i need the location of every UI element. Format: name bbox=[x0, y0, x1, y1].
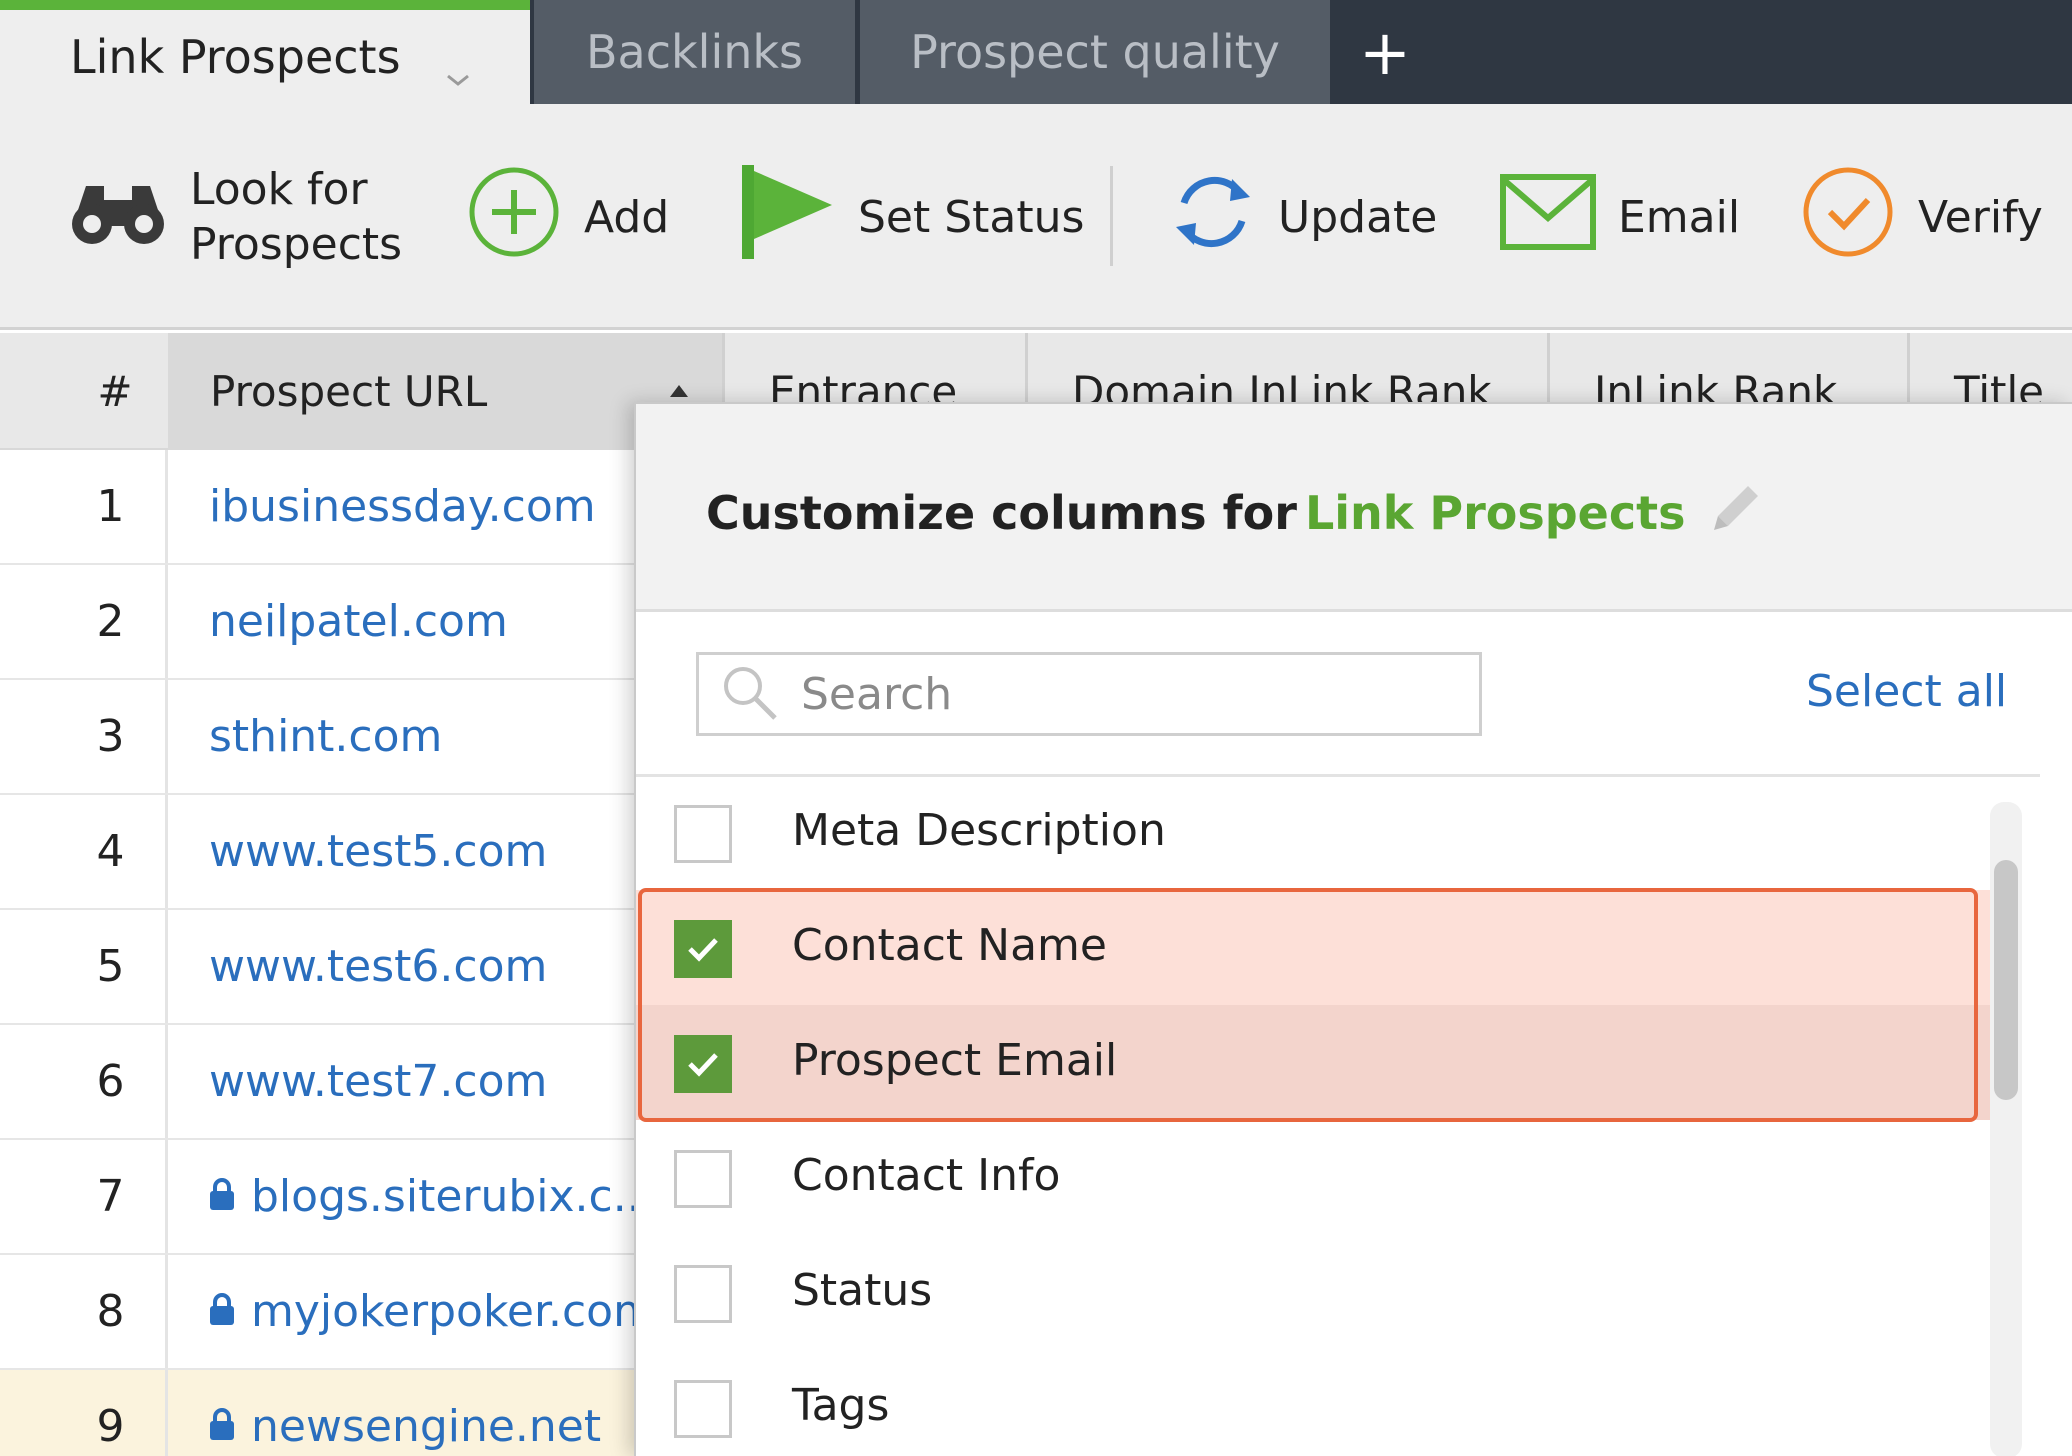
search-icon bbox=[719, 662, 779, 726]
set-status-label: Set Status bbox=[858, 191, 1085, 243]
popup-header: Customize columns for Link Prospects bbox=[636, 404, 2072, 612]
prospect-url-link[interactable]: ibusinessday.com bbox=[171, 450, 640, 563]
search-input[interactable] bbox=[801, 668, 1451, 720]
column-header-label: Prospect URL bbox=[210, 367, 488, 416]
option-label: Contact Info bbox=[792, 1150, 1061, 1201]
row-number: 7 bbox=[0, 1140, 168, 1253]
column-option[interactable]: Tags bbox=[636, 1350, 2006, 1456]
option-label: Meta Description bbox=[792, 805, 1166, 856]
table-row[interactable]: 7 blogs.siterubix.c... bbox=[0, 1140, 640, 1255]
url-text: blogs.siterubix.c... bbox=[251, 1171, 640, 1222]
select-all-link[interactable]: Select all bbox=[1806, 666, 2007, 717]
prospect-url-link[interactable]: www.test7.com bbox=[171, 1025, 640, 1138]
tab-prospect-quality[interactable]: Prospect quality bbox=[860, 0, 1330, 104]
column-option[interactable]: Contact Info bbox=[636, 1120, 2006, 1235]
url-text: www.test7.com bbox=[209, 1056, 548, 1107]
table-row-highlighted[interactable]: 9 newsengine.net bbox=[0, 1370, 640, 1456]
customize-columns-popup: Customize columns for Link Prospects Sel… bbox=[634, 402, 2072, 1456]
table-row[interactable]: 5 www.test6.com bbox=[0, 910, 640, 1025]
flag-icon bbox=[740, 164, 836, 270]
update-button[interactable]: Update bbox=[1170, 104, 1437, 330]
tab-label: Backlinks bbox=[586, 25, 803, 79]
email-label: Email bbox=[1618, 191, 1741, 243]
look-for-prospects-button[interactable]: Look for Prospects bbox=[68, 104, 450, 330]
prospect-url-link[interactable]: sthint.com bbox=[171, 680, 640, 793]
table-row[interactable]: 6 www.test7.com bbox=[0, 1025, 640, 1140]
row-number: 1 bbox=[0, 450, 168, 563]
plus-icon: + bbox=[1359, 15, 1411, 89]
prospect-url-link[interactable]: myjokerpoker.com bbox=[171, 1255, 640, 1368]
binoculars-icon bbox=[68, 176, 168, 259]
column-search-box[interactable] bbox=[696, 652, 1482, 736]
label-line-1: Look for bbox=[190, 164, 368, 215]
toolbar-divider bbox=[1110, 166, 1113, 266]
column-option[interactable]: Meta Description bbox=[636, 775, 2006, 890]
look-for-prospects-label: Look for Prospects bbox=[190, 162, 450, 272]
sort-ascending-icon bbox=[670, 385, 688, 397]
url-text: myjokerpoker.com bbox=[251, 1286, 640, 1337]
popup-title-prefix: Customize columns for bbox=[706, 485, 1297, 540]
checkbox[interactable] bbox=[674, 1150, 732, 1208]
lock-icon bbox=[209, 1401, 235, 1452]
tab-backlinks[interactable]: Backlinks bbox=[530, 0, 855, 104]
email-button[interactable]: Email bbox=[1500, 104, 1740, 330]
row-number: 6 bbox=[0, 1025, 168, 1138]
add-label: Add bbox=[584, 191, 670, 243]
refresh-icon bbox=[1170, 167, 1256, 268]
update-label: Update bbox=[1278, 191, 1438, 243]
popup-title: Customize columns for Link Prospects bbox=[706, 482, 1762, 543]
checkbox[interactable] bbox=[674, 1265, 732, 1323]
table-row[interactable]: 1 ibusinessday.com bbox=[0, 450, 640, 565]
verify-button[interactable]: Verify bbox=[1800, 104, 2043, 330]
popup-project-name: Link Prospects bbox=[1304, 485, 1686, 540]
row-number: 4 bbox=[0, 795, 168, 908]
checkbox[interactable] bbox=[674, 805, 732, 863]
table-row[interactable]: 2 neilpatel.com bbox=[0, 565, 640, 680]
tab-label: Link Prospects bbox=[70, 30, 401, 84]
column-header-label: # bbox=[97, 367, 133, 416]
url-text: neilpatel.com bbox=[209, 596, 508, 647]
url-text: ibusinessday.com bbox=[209, 481, 596, 532]
tab-link-prospects[interactable]: Link Prospects bbox=[0, 0, 530, 104]
prospect-url-link[interactable]: newsengine.net bbox=[171, 1370, 640, 1456]
scrollbar-thumb[interactable] bbox=[1994, 860, 2018, 1100]
lock-icon bbox=[209, 1286, 235, 1337]
column-option[interactable]: Status bbox=[636, 1235, 2006, 1350]
add-button[interactable]: Add bbox=[466, 104, 669, 330]
add-circle-icon bbox=[466, 164, 562, 271]
row-number: 2 bbox=[0, 565, 168, 678]
prospect-url-link[interactable]: www.test5.com bbox=[171, 795, 640, 908]
table-row[interactable]: 3 sthint.com bbox=[0, 680, 640, 795]
url-text: sthint.com bbox=[209, 711, 443, 762]
tab-label: Prospect quality bbox=[910, 25, 1280, 79]
table-row[interactable]: 8 myjokerpoker.com bbox=[0, 1255, 640, 1370]
verify-label: Verify bbox=[1918, 191, 2043, 243]
chevron-down-icon[interactable] bbox=[445, 46, 469, 86]
option-label: Tags bbox=[792, 1380, 890, 1431]
toolbar: Look for Prospects Add Set Status Update… bbox=[0, 104, 2072, 330]
envelope-icon bbox=[1500, 173, 1596, 261]
set-status-button[interactable]: Set Status bbox=[740, 104, 1084, 330]
option-label: Status bbox=[792, 1265, 933, 1316]
check-circle-icon bbox=[1800, 164, 1896, 271]
row-number: 8 bbox=[0, 1255, 168, 1368]
tab-bar: Link Prospects Backlinks Prospect qualit… bbox=[0, 0, 2072, 104]
row-number: 9 bbox=[0, 1370, 168, 1456]
prospect-url-link[interactable]: neilpatel.com bbox=[171, 565, 640, 678]
highlight-annotation-frame bbox=[638, 888, 1978, 1122]
row-number: 3 bbox=[0, 680, 168, 793]
prospect-url-link[interactable]: www.test6.com bbox=[171, 910, 640, 1023]
label-line-2: Prospects bbox=[190, 219, 403, 270]
column-header-number[interactable]: # bbox=[0, 333, 168, 450]
checkbox[interactable] bbox=[674, 1380, 732, 1438]
add-tab-button[interactable]: + bbox=[1340, 0, 1430, 104]
url-text: newsengine.net bbox=[251, 1401, 602, 1452]
lock-icon bbox=[209, 1171, 235, 1222]
url-text: www.test6.com bbox=[209, 941, 548, 992]
pencil-icon[interactable] bbox=[1712, 482, 1762, 543]
url-text: www.test5.com bbox=[209, 826, 548, 877]
row-number: 5 bbox=[0, 910, 168, 1023]
table-row[interactable]: 4 www.test5.com bbox=[0, 795, 640, 910]
prospect-url-link[interactable]: blogs.siterubix.c... bbox=[171, 1140, 640, 1253]
